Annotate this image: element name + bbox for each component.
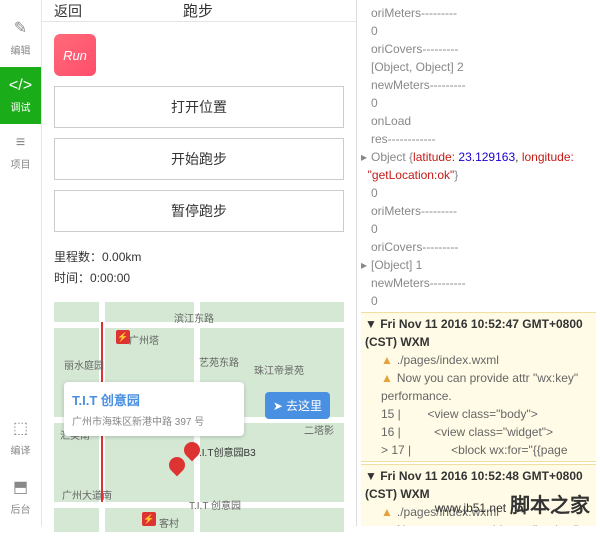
callout-address: 广州市海珠区新港中路 397 号 bbox=[72, 413, 236, 428]
open-location-button[interactable]: 打开位置 bbox=[54, 86, 344, 128]
menu-icon: ≡ bbox=[16, 134, 25, 152]
page-title: 跑步 bbox=[52, 0, 344, 21]
map-view[interactable]: 滨江东路 广州塔 丽水庭园 艺苑东路 珠江帝景苑 汇美南 二塔影 广州大道南 T… bbox=[54, 302, 344, 532]
phone-simulator: 返回 跑步 Run 打开位置 开始跑步 暂停跑步 里程数：0.00km 时间：0… bbox=[42, 0, 357, 526]
nav-backend[interactable]: ⬒后台 bbox=[0, 467, 41, 526]
map-callout[interactable]: T.I.T 创意园 广州市海珠区新港中路 397 号 bbox=[64, 382, 244, 436]
start-run-button[interactable]: 开始跑步 bbox=[54, 138, 344, 180]
compile-icon: ⬚ bbox=[13, 418, 28, 438]
navigate-icon: ➤ bbox=[273, 399, 283, 413]
console-panel[interactable]: oriMeters--------- 0 oriCovers--------- … bbox=[357, 0, 600, 526]
app-logo: Run bbox=[54, 34, 96, 76]
code-icon: </> bbox=[9, 77, 32, 95]
nav-edit[interactable]: ✎编辑 bbox=[0, 8, 41, 67]
pause-run-button[interactable]: 暂停跑步 bbox=[54, 190, 344, 232]
stats-panel: 里程数：0.00km 时间：0:00:00 bbox=[54, 242, 344, 292]
server-icon: ⬒ bbox=[13, 477, 28, 497]
pencil-icon: ✎ bbox=[14, 18, 27, 38]
watermark: www.jb51.net 脚本之家 bbox=[435, 489, 590, 518]
metro-icon: ⚡ bbox=[116, 330, 130, 344]
mileage-row: 里程数：0.00km bbox=[54, 246, 344, 267]
map-marker-icon bbox=[166, 454, 189, 477]
nav-project[interactable]: ≡项目 bbox=[0, 124, 41, 181]
ide-sidebar: ✎编辑 </>调试 ≡项目 ⬚编译 ⬒后台 bbox=[0, 0, 42, 526]
app-header: 返回 跑步 bbox=[42, 0, 356, 22]
goto-button[interactable]: ➤去这里 bbox=[265, 392, 330, 419]
nav-compile[interactable]: ⬚编译 bbox=[0, 408, 41, 467]
metro-icon: ⚡ bbox=[142, 512, 156, 526]
callout-title: T.I.T 创意园 bbox=[72, 390, 236, 409]
time-row: 时间：0:00:00 bbox=[54, 267, 344, 288]
nav-debug[interactable]: </>调试 bbox=[0, 67, 41, 124]
